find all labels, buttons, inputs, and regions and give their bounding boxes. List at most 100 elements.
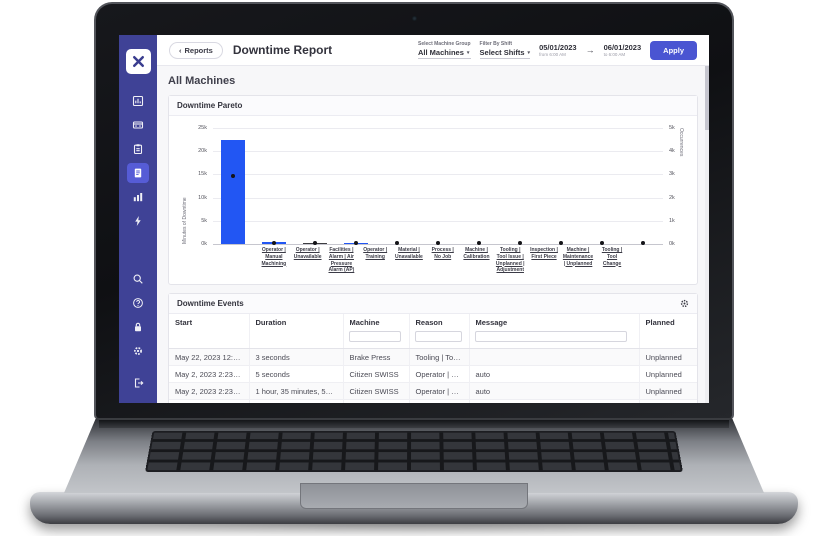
cell-machine: Brake Press [343,349,409,366]
pareto-column [295,128,336,244]
left-axis-tick: 5k [201,218,207,224]
report-controls: Select Machine Group All Machines ▾ Filt… [418,41,697,60]
app-logo[interactable] [126,49,151,74]
dashboard-icon[interactable] [127,91,149,111]
cell-reason: Tooling | Tool Cha... [409,349,469,366]
cell-message [469,349,639,366]
start-date-picker[interactable]: 05/01/2023 from 6:00 AM [539,43,577,57]
chevron-down-icon: ▾ [528,50,531,56]
column-header-start[interactable]: Start [169,314,249,329]
filter-cell-planned [639,329,697,349]
table-row[interactable]: May 22, 2023 12:32:47 ...3 secondsBrake … [169,349,697,366]
analytics-icon[interactable] [127,187,149,207]
machine-group-dropdown[interactable]: Select Machine Group All Machines ▾ [418,41,471,59]
left-axis-tick: 10k [198,195,207,201]
date-range-arrow-icon: → [586,45,595,55]
pareto-chart: Minutes of Downtime Occurrences 25k5k20k… [169,116,697,284]
back-label: Reports [185,46,213,55]
cell-start: May 2, 2023 2:23:43 PM [169,366,249,383]
cell-machine: Citizen SWISS [343,383,409,400]
pareto-plot: 25k5k20k4k15k3k10k2k5k1k0k0k [213,128,663,244]
pareto-column [540,128,581,244]
automation-icon[interactable] [127,211,149,231]
x-logo-icon [131,54,146,69]
report-header: ‹ Reports Downtime Report Select Machine… [157,35,709,66]
settings-icon[interactable] [127,341,149,361]
machine-group-label: Select Machine Group [418,41,471,47]
back-chevron-icon: ‹ [179,46,182,55]
filter-cell-duration [249,329,343,349]
cell-machine: Citizen SWISS [343,400,409,404]
column-header-reason[interactable]: Reason [409,314,469,329]
category-label[interactable]: Inspection | First Piece [527,247,561,274]
category-label[interactable]: Machine | Maintenance | Unplanned [561,247,595,274]
scrollbar[interactable] [705,66,709,403]
chevron-down-icon: ▾ [467,50,470,56]
shift-filter-label: Filter By Shift [480,41,531,47]
filter-input-reason[interactable] [415,331,462,342]
scrollbar-thumb[interactable] [705,66,709,130]
cell-planned: Unplanned [639,383,697,400]
search-icon[interactable] [127,269,149,289]
logout-icon[interactable] [127,373,149,393]
filter-input-machine[interactable] [349,331,402,342]
jobs-icon[interactable] [127,139,149,159]
shift-filter-dropdown[interactable]: Filter By Shift Select Shifts ▾ [480,41,531,59]
report-content: All Machines Downtime Pareto Minutes of … [157,66,709,403]
end-date-value: 06/01/2023 [604,43,642,52]
end-date-picker[interactable]: 06/01/2023 to 6:00 AM [604,43,642,57]
right-axis-tick: 0k [669,241,675,247]
gear-icon[interactable] [680,299,689,308]
pareto-panel-title: Downtime Pareto [177,101,242,110]
cell-duration: 3 seconds [249,400,343,404]
category-label[interactable]: Operator | Manual Machining [257,247,291,274]
page-title: Downtime Report [233,43,332,57]
table-row[interactable]: May 2, 2023 2:23:43 PM5 secondsCitizen S… [169,366,697,383]
downtime-events-panel: Downtime Events [168,293,698,403]
filter-input-message[interactable] [475,331,628,342]
apply-button[interactable]: Apply [650,41,697,60]
help-icon[interactable] [127,293,149,313]
cell-machine: Citizen SWISS [343,366,409,383]
category-label[interactable]: Material | Unavailable [392,247,426,274]
sidebar [119,35,157,403]
shift-filter-value: Select Shifts [480,48,525,57]
cell-start: May 2, 2023 3:59:50 PM [169,400,249,404]
reports-icon[interactable] [127,163,149,183]
cell-reason: Operator | Manual... [409,366,469,383]
cell-reason: Operator | Manual... [409,383,469,400]
left-axis-label: Minutes of Downtime [182,128,188,244]
table-row[interactable]: May 2, 2023 3:59:50 PM3 secondsCitizen S… [169,400,697,404]
category-label[interactable]: Tooling | Tool Issue | Unplanned | Adjus… [493,247,527,274]
category-label[interactable]: Process | No Job [426,247,460,274]
left-axis-tick: 25k [198,125,207,131]
cell-message: auto [469,400,639,404]
machines-icon[interactable] [127,115,149,135]
cell-start: May 2, 2023 2:23:50 PM [169,383,249,400]
category-label[interactable]: Operator | Training [358,247,392,274]
app-screen: ‹ Reports Downtime Report Select Machine… [119,35,709,403]
category-label[interactable]: Facilities | Alarm | Air Pressure Alarm … [325,247,359,274]
category-label[interactable]: Operator | Unavailable [291,247,325,274]
column-header-message[interactable]: Message [469,314,639,329]
cell-planned: Unplanned [639,349,697,366]
pareto-column [418,128,459,244]
cell-duration: 1 hour, 35 minutes, 59 seconds [249,383,343,400]
machine-group-value: All Machines [418,48,464,57]
back-to-reports-button[interactable]: ‹ Reports [169,42,223,59]
pareto-column [336,128,377,244]
pareto-column [377,128,418,244]
column-header-planned[interactable]: Planned [639,314,697,329]
end-date-note: to 6:00 AM [604,52,642,57]
lock-icon[interactable] [127,317,149,337]
right-axis-tick: 3k [669,171,675,177]
column-header-duration[interactable]: Duration [249,314,343,329]
right-axis-tick: 1k [669,218,675,224]
downtime-bar[interactable] [221,140,245,244]
column-header-machine[interactable]: Machine [343,314,409,329]
category-label[interactable]: Machine | Calibration [460,247,494,274]
pareto-column [254,128,295,244]
events-panel-title: Downtime Events [177,299,244,308]
category-label[interactable]: Tooling | Tool Change [595,247,629,274]
table-row[interactable]: May 2, 2023 2:23:50 PM1 hour, 35 minutes… [169,383,697,400]
